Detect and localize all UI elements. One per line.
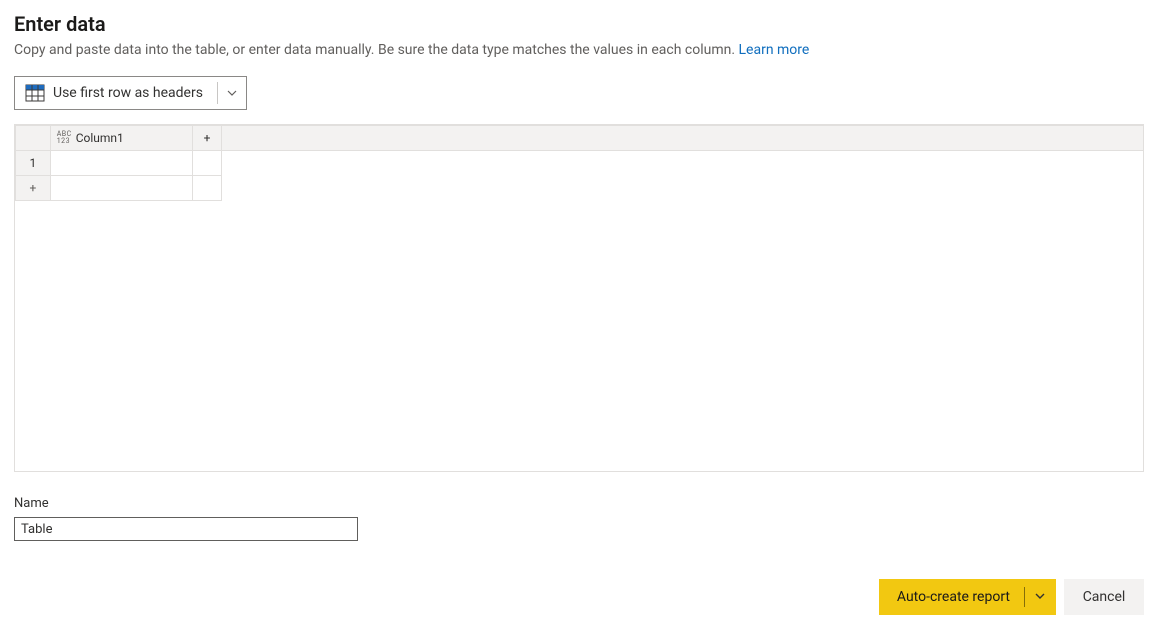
name-input[interactable] [14, 517, 358, 541]
chevron-down-icon [1034, 590, 1046, 605]
add-row-button[interactable]: + [16, 176, 51, 201]
toolbar-divider [217, 82, 218, 104]
dialog-footer: Auto-create report Cancel [14, 579, 1144, 615]
cancel-button[interactable]: Cancel [1064, 579, 1144, 615]
cell-addrow-c1 [50, 176, 192, 201]
cell-addrow-addcol [193, 176, 222, 201]
auto-create-report-button[interactable]: Auto-create report [879, 579, 1024, 615]
use-first-row-as-headers-label: Use first row as headers [45, 85, 213, 101]
use-first-row-as-headers-button[interactable]: Use first row as headers [14, 76, 247, 110]
data-entry-grid: ABC 123 Column1 + 1 + [14, 124, 1144, 472]
cell-r1-c1[interactable] [50, 151, 192, 176]
header-filler [221, 126, 1143, 151]
row-header-1[interactable]: 1 [16, 151, 51, 176]
subtitle-text: Copy and paste data into the table, or e… [14, 42, 739, 58]
auto-create-report-dropdown[interactable] [1024, 579, 1056, 615]
auto-create-report-split-button: Auto-create report [879, 579, 1056, 615]
data-type-icon: ABC 123 [57, 131, 72, 145]
column-header-1[interactable]: ABC 123 Column1 [50, 126, 192, 151]
cell-r1-addcol [193, 151, 222, 176]
chevron-down-icon[interactable] [226, 87, 238, 99]
name-label: Name [14, 496, 1144, 511]
add-column-button[interactable]: + [193, 126, 222, 151]
page-subtitle: Copy and paste data into the table, or e… [14, 42, 1144, 58]
page-title: Enter data [14, 12, 1144, 36]
table-icon [25, 84, 45, 102]
column-header-1-label: Column1 [76, 131, 124, 145]
learn-more-link[interactable]: Learn more [739, 42, 810, 58]
corner-cell [16, 126, 51, 151]
